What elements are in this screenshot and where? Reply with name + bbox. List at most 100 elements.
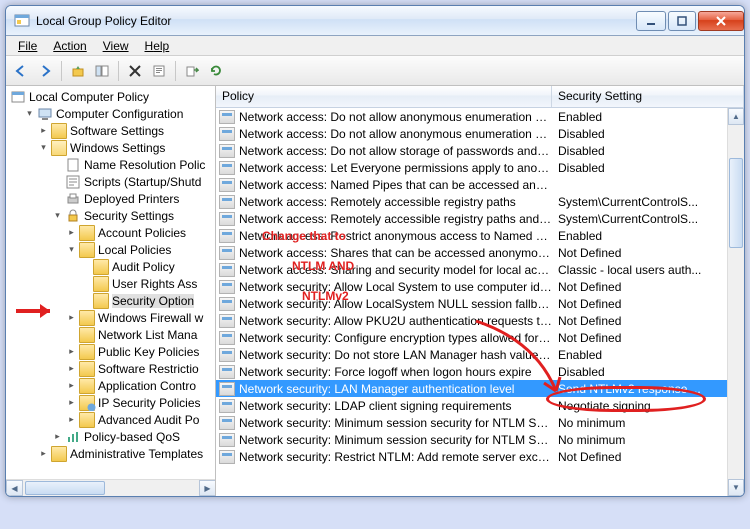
policy-row[interactable]: Network security: Minimum session securi… [216,431,744,448]
policy-row[interactable]: Network access: Sharing and security mod… [216,261,744,278]
menu-file[interactable]: File [10,37,45,55]
policy-row[interactable]: Network access: Shares that can be acces… [216,244,744,261]
policy-row[interactable]: Network access: Do not allow anonymous e… [216,125,744,142]
policy-row[interactable]: Network access: Restrict anonymous acces… [216,227,744,244]
tree-item[interactable]: Audit Policy [6,258,215,275]
tree-item[interactable]: Scripts (Startup/Shutd [6,173,215,190]
tree-root[interactable]: Local Computer Policy [6,88,215,105]
column-setting[interactable]: Security Setting [552,86,744,107]
tree-item[interactable]: ▸ Application Contro [6,377,215,394]
close-button[interactable] [698,11,744,31]
tree-item[interactable]: Name Resolution Polic [6,156,215,173]
tree-item[interactable]: User Rights Ass [6,275,215,292]
policy-row[interactable]: Network security: Allow PKU2U authentica… [216,312,744,329]
scroll-thumb[interactable] [25,481,105,495]
tree-item[interactable]: ▾Windows Settings [6,139,215,156]
policy-row[interactable]: Network access: Let Everyone permissions… [216,159,744,176]
expand-icon[interactable] [52,193,63,204]
window-frame: Local Group Policy Editor File Action Vi… [5,5,745,497]
expand-icon[interactable]: ▾ [38,142,49,153]
forward-button[interactable] [34,60,56,82]
expand-icon[interactable] [80,278,91,289]
policy-list[interactable]: Network access: Do not allow anonymous e… [216,108,744,496]
expand-icon[interactable]: ▸ [38,448,49,459]
maximize-button[interactable] [668,11,696,31]
tree-item-label: IP Security Policies [98,396,201,410]
policy-row[interactable]: Network access: Do not allow storage of … [216,142,744,159]
expand-icon[interactable]: ▸ [66,227,77,238]
column-headers[interactable]: Policy Security Setting [216,86,744,108]
back-button[interactable] [10,60,32,82]
minimize-button[interactable] [636,11,666,31]
tree-item[interactable]: ▸ IP Security Policies [6,394,215,411]
scroll-thumb[interactable] [729,158,743,248]
scroll-down-button[interactable]: ▼ [728,479,744,496]
expand-icon[interactable] [24,465,35,476]
policy-row[interactable]: Network security: Do not store LAN Manag… [216,346,744,363]
tree-pane[interactable]: Local Computer Policy ▾Computer Configur… [6,86,216,496]
menu-action[interactable]: Action [45,37,94,55]
expand-icon[interactable]: ▾ [24,108,35,119]
expand-icon[interactable]: ▸ [66,414,77,425]
tree-item[interactable]: ▸Administrative Templates [6,445,215,462]
expand-icon[interactable]: ▸ [66,312,77,323]
policy-row[interactable]: Network security: Minimum session securi… [216,414,744,431]
tree-item[interactable]: ▾Computer Configuration [6,105,215,122]
tree-item[interactable]: Security Option [6,292,215,309]
refresh-button[interactable] [205,60,227,82]
policy-row[interactable]: Network security: LAN Manager authentica… [216,380,744,397]
tree-item[interactable]: ▾Local Policies [6,241,215,258]
up-button[interactable] [67,60,89,82]
expand-icon[interactable] [80,261,91,272]
tree-item[interactable]: ▸Advanced Audit Po [6,411,215,428]
policy-row[interactable]: Network access: Remotely accessible regi… [216,193,744,210]
scroll-right-button[interactable]: ▶ [199,480,216,496]
tree-item-label: Application Contro [98,379,196,393]
tree-item[interactable]: ▾Security Settings [6,207,215,224]
tree-item[interactable]: ▸Policy-based QoS [6,428,215,445]
export-button[interactable] [181,60,203,82]
properties-button[interactable] [148,60,170,82]
menu-view[interactable]: View [95,37,137,55]
expand-icon[interactable]: ▸ [66,346,77,357]
expand-icon[interactable] [52,176,63,187]
expand-icon[interactable]: ▸ [52,431,63,442]
expand-icon[interactable]: ▸ [66,380,77,391]
expand-icon[interactable]: ▸ [66,363,77,374]
policy-row[interactable]: Network security: Restrict NTLM: Add rem… [216,448,744,465]
policy-row[interactable]: Network access: Named Pipes that can be … [216,176,744,193]
expand-icon[interactable] [52,159,63,170]
expand-icon[interactable]: ▾ [52,210,63,221]
policy-row[interactable]: Network security: Allow Local System to … [216,278,744,295]
expand-icon[interactable]: ▸ [66,397,77,408]
policy-row[interactable]: Network access: Do not allow anonymous e… [216,108,744,125]
tree-item[interactable]: ▸Windows Firewall w [6,309,215,326]
tree-item[interactable]: ▸Account Policies [6,224,215,241]
policy-row[interactable]: Network security: Allow LocalSystem NULL… [216,295,744,312]
scroll-left-button[interactable]: ◀ [6,480,23,496]
column-policy[interactable]: Policy [216,86,552,107]
tree-item[interactable]: Deployed Printers [6,190,215,207]
expand-icon[interactable]: ▸ [38,125,49,136]
tree-item[interactable]: ▸Software Restrictio [6,360,215,377]
titlebar[interactable]: Local Group Policy Editor [6,6,744,36]
policy-row[interactable]: Network security: Configure encryption t… [216,329,744,346]
policy-setting: Enabled [552,110,744,124]
policy-row[interactable]: Network access: Remotely accessible regi… [216,210,744,227]
tree-horizontal-scrollbar[interactable]: ◀ ▶ [6,479,216,496]
tree-item[interactable]: Network List Mana [6,326,215,343]
delete-button[interactable] [124,60,146,82]
tree-item[interactable]: ▸Software Settings [6,122,215,139]
expand-icon[interactable]: ▾ [66,244,77,255]
menu-help[interactable]: Help [137,37,178,55]
expand-icon[interactable] [80,295,91,306]
vertical-scrollbar[interactable]: ▲ ▼ [727,108,744,496]
policy-icon [219,110,235,124]
policy-row[interactable]: Network security: Force logoff when logo… [216,363,744,380]
tree-item[interactable] [6,462,215,479]
tree-item[interactable]: ▸Public Key Policies [6,343,215,360]
expand-icon[interactable] [66,329,77,340]
scroll-up-button[interactable]: ▲ [728,108,744,125]
policy-row[interactable]: Network security: LDAP client signing re… [216,397,744,414]
show-hide-tree-button[interactable] [91,60,113,82]
